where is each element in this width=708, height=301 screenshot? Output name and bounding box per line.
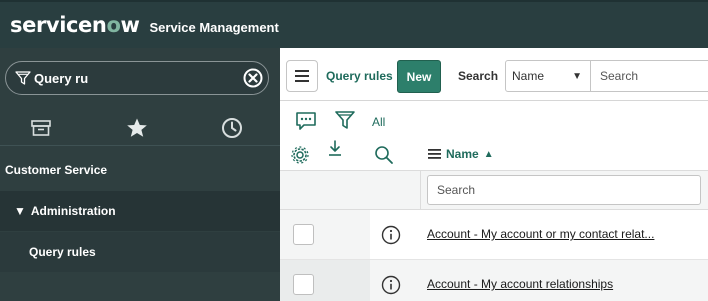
star-icon[interactable] [125,116,149,140]
list-search-input[interactable] [591,60,708,92]
download-icon[interactable] [324,138,346,160]
search-icon[interactable] [373,144,395,166]
divider [420,171,421,209]
sidebar-item-customer-service[interactable]: Customer Service [0,150,280,190]
funnel-icon [15,71,31,85]
table-row: Account - My account or my contact relat… [280,210,708,260]
column-menu-icon[interactable] [428,149,441,159]
column-header-name[interactable]: Name ▲ [428,147,494,161]
column-search-row [280,170,708,210]
info-icon[interactable] [381,275,401,295]
sidebar-item-label: Administration [30,204,116,218]
filter-icon[interactable] [334,109,356,131]
column-header-label: Name [446,147,479,161]
sidebar-item-label: Query rules [29,245,96,259]
clear-filter-icon[interactable] [243,68,263,88]
list-title[interactable]: Query rules [326,69,393,83]
gear-icon[interactable] [289,144,311,166]
row-checkbox[interactable] [293,274,314,295]
record-link[interactable]: Account - My account or my contact relat… [427,227,654,241]
search-field-select[interactable]: Name ▼ [505,60,591,92]
navigator-sidebar: Customer Service ▼ Administration Query … [0,48,280,301]
sidebar-item-query-rules[interactable]: Query rules [0,232,280,272]
dropdown-caret-icon: ▼ [572,71,582,82]
servicenow-logo[interactable]: servicenow [10,13,140,37]
row-select-cell [280,210,370,259]
list-view: Query rules New Search Name ▼ All [280,48,708,301]
clock-icon[interactable] [220,116,244,140]
archive-icon[interactable] [29,116,53,140]
new-button[interactable]: New [397,60,441,93]
selected-field: Name [512,69,545,83]
row-select-cell [280,260,370,301]
column-search-input[interactable] [427,175,701,205]
row-checkbox[interactable] [293,224,314,245]
table-row: Account - My account relationships [280,260,708,301]
top-header: servicenow Service Management [0,0,708,48]
list-tools: All Name ▲ [280,102,708,170]
navigator-tabs [0,110,280,146]
list-toolbar: Query rules New Search Name ▼ [280,48,708,101]
activity-stream-icon[interactable] [295,110,317,132]
sort-ascending-icon: ▲ [483,148,494,160]
hamburger-icon [295,70,309,82]
app-title: Service Management [149,19,279,35]
navigator-filter-input[interactable] [34,68,234,88]
search-label: Search [458,69,499,83]
navigator-filter [5,61,269,95]
record-link[interactable]: Account - My account relationships [427,277,613,291]
list-context-menu-button[interactable] [286,60,318,92]
sidebar-item-administration[interactable]: ▼ Administration [0,191,280,231]
breadcrumb-all[interactable]: All [372,115,385,129]
sidebar-item-label: Customer Service [5,163,108,177]
info-icon[interactable] [381,225,401,245]
caret-down-icon: ▼ [14,204,26,218]
